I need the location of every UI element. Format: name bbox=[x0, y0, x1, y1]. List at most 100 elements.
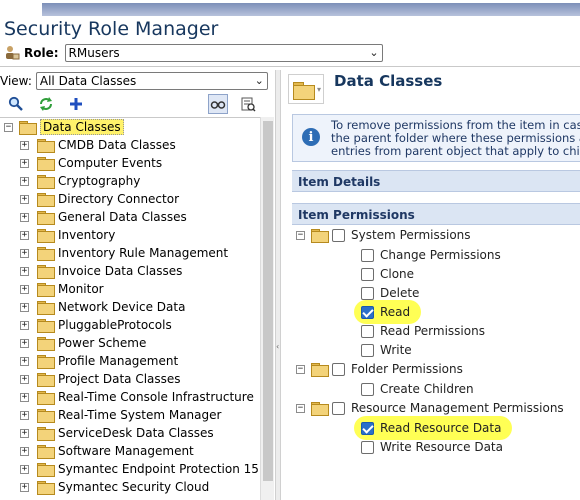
tree-item[interactable]: + Project Data Classes bbox=[20, 370, 181, 388]
tree-item-label: Power Scheme bbox=[58, 336, 147, 350]
tree-item[interactable]: + Symantec Endpoint Protection 15 Ag bbox=[20, 460, 260, 478]
properties-icon[interactable] bbox=[238, 94, 258, 114]
tree-item[interactable]: + Power Scheme bbox=[20, 334, 146, 352]
tree-item[interactable]: + Profile Management bbox=[20, 352, 178, 370]
pane-title: Data Classes bbox=[334, 72, 443, 90]
folder-icon bbox=[37, 283, 55, 297]
expand-icon[interactable]: + bbox=[20, 302, 29, 312]
folder-icon bbox=[37, 373, 55, 387]
resource-permissions-checkbox[interactable] bbox=[332, 401, 345, 415]
left-pane: View: All Data Classes ⌄ − Data Classes … bbox=[0, 70, 274, 500]
tree-item[interactable]: + Software Management bbox=[20, 442, 194, 460]
permission-checkbox[interactable] bbox=[361, 324, 374, 338]
role-select[interactable]: RMusers ⌄ bbox=[64, 44, 383, 62]
tree-item[interactable]: + ServiceDesk Data Classes bbox=[20, 424, 214, 442]
scrollbar-thumb[interactable] bbox=[263, 121, 273, 481]
folder-icon bbox=[37, 409, 55, 423]
view-row: View: All Data Classes ⌄ bbox=[0, 72, 268, 90]
expand-icon[interactable]: + bbox=[20, 248, 29, 258]
role-row: Role: RMusers ⌄ bbox=[4, 43, 383, 63]
add-icon[interactable] bbox=[66, 94, 86, 114]
folder-menu-button[interactable]: ▾ bbox=[288, 74, 324, 104]
permission-checkbox[interactable] bbox=[361, 440, 374, 454]
tree-item[interactable]: + Network Device Data bbox=[20, 298, 185, 316]
collapse-icon[interactable]: − bbox=[4, 122, 13, 132]
expand-icon[interactable]: + bbox=[20, 374, 29, 384]
tree-item[interactable]: + Symantec Security Cloud bbox=[20, 478, 209, 496]
resource-permissions-group: − Resource Management Permissions bbox=[296, 399, 564, 417]
folder-permissions-group: − Folder Permissions bbox=[296, 360, 463, 378]
collapse-icon[interactable]: − bbox=[296, 364, 305, 374]
expand-icon[interactable]: + bbox=[20, 392, 29, 402]
permission-label: Create Children bbox=[380, 382, 474, 396]
tree-item[interactable]: + Directory Connector bbox=[20, 190, 179, 208]
role-value: RMusers bbox=[68, 46, 120, 60]
collapse-icon[interactable]: − bbox=[296, 403, 305, 413]
chevron-down-icon: ⌄ bbox=[369, 46, 379, 59]
tree-scrollbar[interactable] bbox=[260, 117, 274, 500]
expand-icon[interactable]: + bbox=[20, 338, 29, 348]
read-resource-data-checkbox[interactable] bbox=[361, 421, 374, 435]
permission-label: Write bbox=[380, 343, 412, 357]
expand-icon[interactable]: + bbox=[20, 320, 29, 330]
item-details-header[interactable]: Item Details bbox=[292, 170, 580, 192]
read-checkbox[interactable] bbox=[361, 305, 374, 319]
info-text: To remove permissions from the item in c… bbox=[331, 119, 580, 158]
expand-icon[interactable]: + bbox=[20, 266, 29, 276]
search-icon[interactable] bbox=[6, 94, 26, 114]
tree-item[interactable]: + Invoice Data Classes bbox=[20, 262, 182, 280]
expand-icon[interactable]: + bbox=[20, 428, 29, 438]
tree-item[interactable]: + Inventory Rule Management bbox=[20, 244, 228, 262]
highlight-read-resource-data: Read Resource Data bbox=[357, 419, 510, 437]
tree-item-label: Directory Connector bbox=[58, 192, 180, 206]
folder-icon bbox=[19, 121, 37, 135]
permission-item: Create Children bbox=[361, 380, 474, 398]
data-class-tree: − Data Classes + CMDB Data Classes + Compu… bbox=[0, 117, 260, 500]
expand-icon[interactable]: + bbox=[20, 356, 29, 366]
tree-item[interactable]: + Inventory bbox=[20, 226, 115, 244]
expand-icon[interactable]: + bbox=[20, 284, 29, 294]
item-permissions-header[interactable]: Item Permissions bbox=[292, 203, 580, 225]
find-icon[interactable] bbox=[208, 94, 228, 114]
view-value: All Data Classes bbox=[39, 74, 137, 88]
permission-checkbox[interactable] bbox=[361, 248, 374, 262]
folder-icon bbox=[311, 363, 329, 377]
expand-icon[interactable]: + bbox=[20, 410, 29, 420]
tree-item[interactable]: + Real-Time System Manager bbox=[20, 406, 221, 424]
tree-item[interactable]: + Monitor bbox=[20, 280, 104, 298]
tree-item[interactable]: + Computer Events bbox=[20, 154, 162, 172]
app-title: Security Role Manager bbox=[4, 18, 219, 40]
expand-icon[interactable]: + bbox=[20, 158, 29, 168]
permission-checkbox[interactable] bbox=[361, 343, 374, 357]
system-permissions-checkbox[interactable] bbox=[332, 228, 345, 242]
expand-icon[interactable]: + bbox=[20, 212, 29, 222]
tree-item-label: Monitor bbox=[58, 282, 104, 296]
tree-root[interactable]: − Data Classes bbox=[4, 118, 124, 136]
folder-permissions-checkbox[interactable] bbox=[332, 362, 345, 376]
tree-item[interactable]: + PluggableProtocols bbox=[20, 316, 172, 334]
folder-icon bbox=[37, 265, 55, 279]
expand-icon[interactable]: + bbox=[20, 140, 29, 150]
refresh-icon[interactable] bbox=[36, 94, 56, 114]
tree-item[interactable]: + CMDB Data Classes bbox=[20, 136, 176, 154]
permission-checkbox[interactable] bbox=[361, 267, 374, 281]
collapse-icon[interactable]: − bbox=[296, 230, 305, 240]
expand-icon[interactable]: + bbox=[20, 464, 29, 474]
tree-item-label: Inventory bbox=[58, 228, 116, 242]
tree-item-label: PluggableProtocols bbox=[58, 318, 172, 332]
expand-icon[interactable]: + bbox=[20, 230, 29, 240]
permission-item: Read bbox=[357, 303, 419, 321]
tree-item[interactable]: + Cryptography bbox=[20, 172, 140, 190]
view-label: View: bbox=[0, 74, 32, 88]
tree-item[interactable]: + Real-Time Console Infrastructure bbox=[20, 388, 254, 406]
window-top-strip bbox=[0, 0, 580, 16]
tree-item[interactable]: + General Data Classes bbox=[20, 208, 187, 226]
expand-icon[interactable]: + bbox=[20, 176, 29, 186]
pane-splitter[interactable]: ‹ bbox=[275, 70, 281, 500]
expand-icon[interactable]: + bbox=[20, 482, 29, 492]
permission-checkbox[interactable] bbox=[361, 382, 374, 396]
permission-checkbox[interactable] bbox=[361, 286, 374, 300]
expand-icon[interactable]: + bbox=[20, 446, 29, 456]
expand-icon[interactable]: + bbox=[20, 194, 29, 204]
view-select[interactable]: All Data Classes ⌄ bbox=[35, 72, 268, 90]
